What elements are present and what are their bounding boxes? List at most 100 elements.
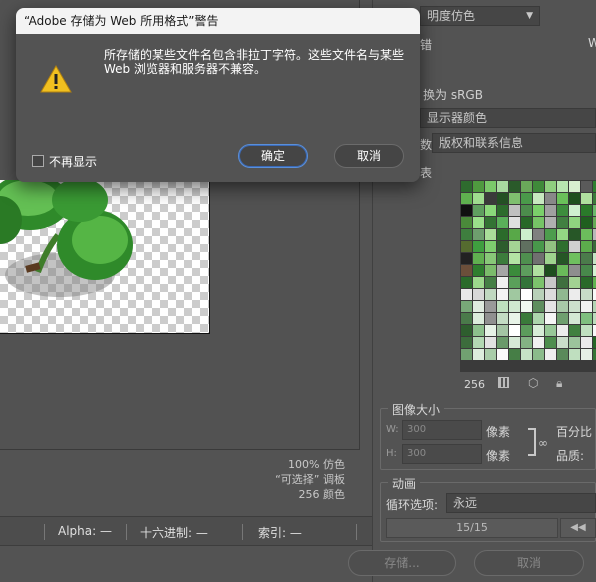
- color-swatch[interactable]: [509, 193, 520, 204]
- color-swatch[interactable]: [545, 193, 556, 204]
- color-swatch[interactable]: [497, 313, 508, 324]
- color-swatch[interactable]: [557, 337, 568, 348]
- convert-srgb-label[interactable]: 换为 sRGB: [423, 86, 483, 103]
- first-frame-button[interactable]: ◀◀: [560, 518, 596, 538]
- color-swatch[interactable]: [545, 277, 556, 288]
- color-swatch[interactable]: [569, 205, 580, 216]
- color-swatch[interactable]: [545, 289, 556, 300]
- color-swatch[interactable]: [509, 325, 520, 336]
- color-swatch[interactable]: [461, 181, 472, 192]
- dialog-cancel-button[interactable]: 取消: [334, 144, 404, 168]
- color-swatch[interactable]: [485, 265, 496, 276]
- color-table[interactable]: [460, 180, 596, 372]
- color-swatch[interactable]: [509, 241, 520, 252]
- color-swatch[interactable]: [461, 229, 472, 240]
- color-swatch[interactable]: [533, 265, 544, 276]
- color-swatch[interactable]: [569, 229, 580, 240]
- color-swatch[interactable]: [461, 193, 472, 204]
- color-swatch[interactable]: [461, 337, 472, 348]
- color-swatch[interactable]: [497, 181, 508, 192]
- color-swatch[interactable]: [557, 229, 568, 240]
- color-swatch[interactable]: [485, 301, 496, 312]
- color-swatch[interactable]: [569, 217, 580, 228]
- color-swatch[interactable]: [533, 289, 544, 300]
- color-swatch[interactable]: [569, 265, 580, 276]
- color-swatch[interactable]: [521, 217, 532, 228]
- color-swatch[interactable]: [509, 313, 520, 324]
- color-swatch[interactable]: [497, 265, 508, 276]
- color-swatch[interactable]: [509, 289, 520, 300]
- color-swatch[interactable]: [461, 349, 472, 360]
- color-swatch[interactable]: [509, 181, 520, 192]
- color-swatch[interactable]: [461, 265, 472, 276]
- width-field[interactable]: 300: [402, 420, 482, 440]
- color-swatch[interactable]: [581, 277, 592, 288]
- color-swatch[interactable]: [557, 205, 568, 216]
- color-swatch[interactable]: [569, 241, 580, 252]
- web-snap-icon[interactable]: [498, 377, 509, 388]
- color-swatch[interactable]: [509, 265, 520, 276]
- color-swatch[interactable]: [521, 193, 532, 204]
- color-swatch[interactable]: [473, 217, 484, 228]
- height-field[interactable]: 300: [402, 444, 482, 464]
- color-swatch[interactable]: [557, 217, 568, 228]
- color-swatch[interactable]: [521, 241, 532, 252]
- color-swatch[interactable]: [461, 205, 472, 216]
- color-swatch[interactable]: [473, 301, 484, 312]
- color-swatch[interactable]: [485, 181, 496, 192]
- color-swatch[interactable]: [485, 313, 496, 324]
- color-swatch[interactable]: [533, 229, 544, 240]
- color-swatch[interactable]: [461, 289, 472, 300]
- color-swatch[interactable]: [557, 181, 568, 192]
- color-swatch[interactable]: [545, 349, 556, 360]
- color-swatch[interactable]: [485, 229, 496, 240]
- color-swatch[interactable]: [581, 289, 592, 300]
- color-swatch[interactable]: [473, 349, 484, 360]
- color-swatch[interactable]: [569, 253, 580, 264]
- color-swatch[interactable]: [557, 241, 568, 252]
- color-swatch[interactable]: [485, 325, 496, 336]
- color-swatch[interactable]: [521, 289, 532, 300]
- ok-button[interactable]: 确定: [238, 144, 308, 168]
- color-swatch[interactable]: [545, 181, 556, 192]
- color-swatch[interactable]: [473, 265, 484, 276]
- color-swatch[interactable]: [485, 205, 496, 216]
- color-swatch[interactable]: [545, 265, 556, 276]
- color-swatch[interactable]: [485, 349, 496, 360]
- color-swatch[interactable]: [473, 289, 484, 300]
- color-swatch[interactable]: [485, 289, 496, 300]
- color-swatch[interactable]: [509, 277, 520, 288]
- color-swatch[interactable]: [509, 301, 520, 312]
- color-swatch[interactable]: [581, 229, 592, 240]
- color-swatch[interactable]: [581, 217, 592, 228]
- color-swatch[interactable]: [569, 181, 580, 192]
- preview-color-dropdown[interactable]: 显示器颜色: [420, 108, 596, 128]
- color-swatch[interactable]: [497, 325, 508, 336]
- color-swatch[interactable]: [521, 349, 532, 360]
- color-swatch[interactable]: [497, 193, 508, 204]
- color-swatch[interactable]: [509, 253, 520, 264]
- color-swatch[interactable]: [461, 301, 472, 312]
- color-swatch[interactable]: [473, 181, 484, 192]
- save-button[interactable]: 存储...: [348, 550, 456, 576]
- color-swatch[interactable]: [497, 349, 508, 360]
- color-swatch[interactable]: [533, 253, 544, 264]
- color-swatch[interactable]: [545, 337, 556, 348]
- color-swatch[interactable]: [461, 241, 472, 252]
- color-swatch[interactable]: [473, 205, 484, 216]
- dither-dropdown[interactable]: 明度仿色 ▼: [420, 6, 540, 26]
- color-swatch[interactable]: [521, 181, 532, 192]
- color-swatch[interactable]: [557, 301, 568, 312]
- color-swatch[interactable]: [581, 181, 592, 192]
- color-swatch[interactable]: [581, 349, 592, 360]
- color-swatch[interactable]: [461, 253, 472, 264]
- color-swatch[interactable]: [497, 241, 508, 252]
- color-swatch[interactable]: [533, 277, 544, 288]
- color-swatch[interactable]: [581, 337, 592, 348]
- color-swatch[interactable]: [581, 325, 592, 336]
- color-swatch[interactable]: [473, 313, 484, 324]
- color-swatch[interactable]: [509, 229, 520, 240]
- color-swatch[interactable]: [533, 181, 544, 192]
- color-swatch[interactable]: [545, 229, 556, 240]
- color-swatch[interactable]: [521, 229, 532, 240]
